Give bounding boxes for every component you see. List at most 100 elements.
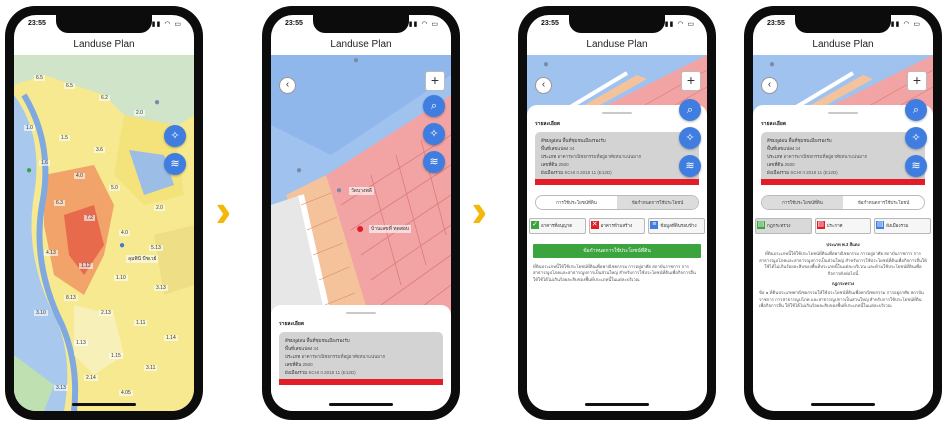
far-label: 1.14 [164, 335, 178, 341]
far-label: 1.15 [109, 353, 123, 359]
map-pin-icon[interactable]: ● [119, 240, 125, 251]
compass-icon[interactable]: ✧ [423, 123, 445, 145]
prohibited-buildings-button[interactable]: ✕ อาคารห้ามสร้าง [588, 218, 646, 234]
regulation-value: อาคารพาณิชยกรรมที่อยู่อาศัยหนาแน่นมาก [301, 354, 386, 359]
surrounding-info-button[interactable]: ≡ ข้อมูลที่ดินรอบข้าง [648, 218, 706, 234]
notch [313, 15, 409, 33]
map-pin-icon[interactable]: ● [353, 55, 359, 66]
code-row: ผังเมืองรวม SCHI II 2018 11 (E12D) [541, 169, 693, 177]
zoning-map[interactable]: 6.5 6.5 6.2 2.0 1.0 1.5 3.6 1.6 4.0 5.0 … [14, 55, 194, 411]
code-row: ผังเมืองรวม SCHI II 2018 11 (E12D) [767, 169, 919, 177]
tab-land-use[interactable]: การใช้ประโยชน์ที่ดิน [536, 196, 617, 209]
screen-1: 23:55 ▮▮ ◠ ▭ Landuse Plan 6.5 6.5 6.2 2.… [14, 15, 194, 411]
far-label: 8.13 [64, 295, 78, 301]
zone-name: สีชมพูอ่อน พื้นที่ชุมชนเมืองรองรับ [285, 338, 350, 343]
layers-icon[interactable]: ≋ [679, 155, 701, 177]
search-icon[interactable]: ⌕ [423, 95, 445, 117]
zone-color-bar [279, 379, 443, 385]
notch [569, 15, 665, 33]
app-title: Landuse Plan [73, 39, 135, 50]
city-plan-label: ผังเมืองรวม [886, 223, 909, 228]
land-use-description: ที่ดินประเภทนี้ให้ใช้ประโยชน์ที่ดินเพื่อ… [533, 264, 696, 282]
home-indicator [329, 403, 393, 406]
prohibited-buildings-label: อาคารห้ามสร้าง [600, 223, 633, 228]
map-pin-icon[interactable]: ● [154, 97, 160, 108]
far-label: 2.13 [99, 310, 113, 316]
map-pin-icon[interactable]: ● [296, 165, 302, 176]
plot-label: พื้นที่เลขแปลง [541, 146, 569, 151]
far-label: 7.2 [84, 215, 95, 221]
far-label: 1.6 [39, 160, 50, 166]
ministerial-regulation-button[interactable]: ▤ กฎกระทรวง [755, 218, 812, 234]
compass-icon[interactable]: ✧ [905, 127, 927, 149]
tab-regulations[interactable]: ข้อกำหนดการใช้ประโยชน์ [843, 196, 924, 209]
far-label: 1.10 [114, 275, 128, 281]
sheet-handle[interactable] [828, 112, 858, 114]
search-icon[interactable]: ⌕ [905, 99, 927, 121]
land-use-regulation-button[interactable]: ข้อกำหนดการใช้ประโยชน์ที่ดิน [533, 244, 701, 258]
plot-info-card: สีชมพูอ่อน พื้นที่ชุมชนเมืองรองรับ พื้นท… [535, 132, 699, 185]
plus-icon[interactable]: + [907, 71, 927, 91]
status-icons: ▮▮ ◠ ▭ [890, 21, 921, 28]
allowed-buildings-button[interactable]: ✓ อาคารที่อนุญาต [529, 218, 586, 234]
area-label: เลขที่ดิน [285, 362, 302, 367]
far-label: 3.13 [54, 385, 68, 391]
area-value: 2500 [302, 362, 313, 367]
map-pin-icon[interactable]: ● [769, 59, 775, 70]
map-pin-icon[interactable]: ● [26, 165, 32, 176]
city-plan-button[interactable]: ▤ ผังเมืองรวม [874, 218, 932, 234]
selected-pin-icon[interactable]: ● [356, 220, 364, 236]
regulation-subheading: กฎกระทรวง [831, 281, 855, 287]
far-label: 1.11 [134, 320, 148, 326]
plus-icon[interactable]: + [681, 71, 701, 91]
area-row: เลขที่ดิน 2500 [541, 161, 693, 169]
far-label: 1.0 [24, 125, 35, 131]
detail-sheet[interactable]: รายละเอียด สีชมพูอ่อน พื้นที่ชุมชนเมืองร… [271, 305, 451, 411]
home-indicator [811, 403, 875, 406]
plot-row: พื้นที่เลขแปลง 34 [767, 145, 919, 153]
sheet-title: รายละเอียด [279, 321, 305, 327]
home-indicator [585, 403, 649, 406]
allowed-buildings-label: อาคารที่อนุญาต [541, 223, 573, 228]
chevron-left-icon[interactable]: ‹ [535, 77, 552, 94]
chevron-left-icon[interactable]: ‹ [761, 77, 778, 94]
app-title: Landuse Plan [586, 39, 648, 50]
tab-regulations[interactable]: ข้อกำหนดการใช้ประโยชน์ [617, 196, 698, 209]
screen-3: 23:55 ▮▮ ◠ ▭ Landuse Plan ● ‹ + รายละเอี… [527, 15, 707, 411]
layers-icon[interactable]: ≋ [164, 153, 186, 175]
plus-icon[interactable]: + [425, 71, 445, 91]
chevron-left-icon[interactable]: ‹ [279, 77, 296, 94]
screen-4: 23:55 ▮▮ ◠ ▭ Landuse Plan ● ‹ + รายละเอี… [753, 15, 933, 411]
compass-icon[interactable]: ✧ [679, 127, 701, 149]
sheet-handle[interactable] [346, 312, 376, 314]
detail-sheet[interactable]: รายละเอียด สีชมพูอ่อน พื้นที่ชุมชนเมืองร… [753, 105, 933, 411]
app-title: Landuse Plan [812, 39, 874, 50]
zone-name: สีชมพูอ่อน พื้นที่ชุมชนเมืองรองรับ [767, 138, 832, 143]
far-label: 4.0 [74, 173, 85, 179]
close-icon: ✕ [590, 221, 599, 230]
regulation-clause: ข้อ ๑ ที่ดินประเภทพาณิชยกรรมให้ใช้ประโยช… [759, 290, 924, 309]
status-icons: ▮▮ ◠ ▭ [408, 21, 439, 28]
ministerial-regulation-label: กฎกระทรวง [767, 223, 791, 228]
plot-info-card: สีชมพูอ่อน พื้นที่ชุมชนเมืองรองรับ พื้นท… [279, 332, 443, 385]
map-pin-icon[interactable]: ● [543, 59, 549, 70]
regulation-value: อาคารพาณิชยกรรมที่อยู่อาศัยหนาแน่นมาก [783, 154, 868, 159]
far-label: 1.5 [59, 135, 70, 141]
action-button-row: ✓ อาคารที่อนุญาต ✕ อาคารห้ามสร้าง ≡ ข้อมูลท… [529, 218, 706, 234]
regulation-label: ประเภท [541, 154, 557, 159]
check-icon: ✓ [531, 221, 539, 230]
detail-sheet[interactable]: รายละเอียด สีชมพูอ่อน พื้นที่ชุมชนเมืองร… [527, 105, 707, 411]
far-label: 3.10 [34, 310, 48, 316]
surrounding-info-label: ข้อมูลที่ดินรอบข้าง [660, 223, 697, 228]
announcement-button[interactable]: ▤ ประกาศ [814, 218, 872, 234]
status-time: 23:55 [285, 20, 303, 27]
sheet-handle[interactable] [602, 112, 632, 114]
code-row: ผังเมืองรวม SCHI II 2018 11 (E12D) [285, 369, 437, 377]
search-icon[interactable]: ⌕ [679, 99, 701, 121]
compass-icon[interactable]: ✧ [164, 125, 186, 147]
map-pin-icon[interactable]: ● [336, 185, 342, 196]
document-icon: ▤ [816, 221, 825, 230]
layers-icon[interactable]: ≋ [423, 151, 445, 173]
tab-land-use[interactable]: การใช้ประโยชน์ที่ดิน [762, 196, 843, 209]
layers-icon[interactable]: ≋ [905, 155, 927, 177]
